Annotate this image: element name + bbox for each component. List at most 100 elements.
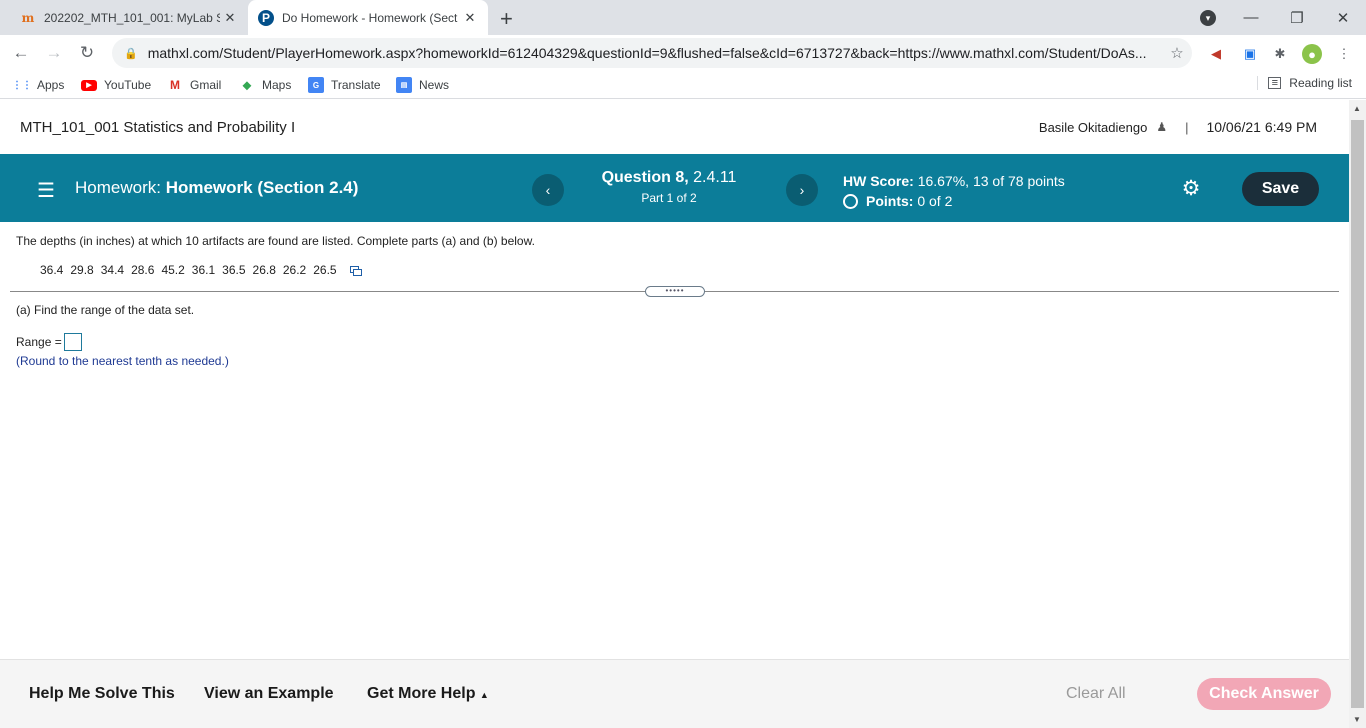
bookmark-label: Translate bbox=[331, 78, 381, 92]
url-text: mathxl.com/Student/PlayerHomework.aspx?h… bbox=[147, 45, 1147, 61]
points-circle-icon bbox=[843, 193, 858, 209]
datetime: 10/06/21 6:49 PM bbox=[1206, 119, 1317, 135]
clear-all-button[interactable]: Clear All bbox=[1066, 685, 1126, 703]
user-info: Basile Okitadiengo ♟ | 10/06/21 6:49 PM bbox=[1039, 119, 1317, 135]
restore-icon[interactable]: ❐ bbox=[1274, 0, 1320, 35]
bookmark-apps[interactable]: ⋮⋮ Apps bbox=[12, 76, 65, 94]
homework-label: Homework: bbox=[75, 178, 161, 197]
question-ref: 2.4.11 bbox=[693, 169, 737, 186]
bookmark-news[interactable]: ▤ News bbox=[396, 76, 449, 94]
scrollbar-thumb[interactable] bbox=[1351, 120, 1364, 708]
user-name: Basile Okitadiengo bbox=[1038, 119, 1148, 135]
news-icon: ▤ bbox=[396, 77, 412, 93]
minimize-icon[interactable]: — bbox=[1228, 0, 1274, 35]
reading-list-icon: ≡ bbox=[1268, 77, 1282, 89]
question-info: Question 8, 2.4.11 Part 1 of 2 bbox=[575, 169, 763, 205]
scroll-down-icon[interactable]: ▼ bbox=[1353, 715, 1361, 724]
bookmark-translate[interactable]: G Translate bbox=[308, 76, 381, 94]
bookmarks-bar: ⋮⋮ Apps ▶ YouTube M Gmail ⬥ Maps G Trans… bbox=[0, 71, 1366, 99]
mylab-icon: m bbox=[21, 10, 35, 25]
bookmark-label: Apps bbox=[37, 78, 65, 92]
bookmark-label: YouTube bbox=[104, 78, 152, 92]
profile-avatar[interactable]: ● bbox=[1302, 44, 1322, 64]
data-value: 26.2 bbox=[282, 263, 307, 277]
points-label: Points: bbox=[866, 193, 914, 209]
copy-data-icon[interactable] bbox=[349, 265, 362, 276]
hamburger-menu-icon[interactable]: ☰ bbox=[37, 178, 55, 203]
save-button[interactable]: Save bbox=[1242, 172, 1319, 206]
window-close-icon[interactable]: ✕ bbox=[1320, 0, 1366, 35]
footer-bar: Help Me Solve This View an Example Get M… bbox=[0, 659, 1349, 728]
next-question-button[interactable]: › bbox=[786, 174, 818, 206]
data-value: 34.4 bbox=[100, 263, 125, 277]
forward-icon[interactable]: → bbox=[43, 42, 65, 64]
tab-title: Do Homework - Homework (Sect bbox=[282, 10, 458, 25]
user-icon: ♟ bbox=[1156, 120, 1168, 134]
close-icon[interactable]: ✕ bbox=[220, 10, 240, 26]
bookmark-youtube[interactable]: ▶ YouTube bbox=[81, 76, 151, 94]
part-a-prompt: (a) Find the range of the data set. bbox=[16, 303, 195, 317]
close-icon[interactable]: ✕ bbox=[460, 10, 480, 26]
scroll-up-icon[interactable]: ▲ bbox=[1353, 104, 1361, 113]
translate-icon: G bbox=[308, 77, 324, 93]
browser-toolbar: ← → ↻ 🔒 mathxl.com/Student/PlayerHomewor… bbox=[0, 35, 1366, 71]
range-label: Range = bbox=[16, 335, 62, 349]
hw-score-value: 16.67%, 13 of 78 points bbox=[917, 173, 1065, 189]
caret-up-icon: ▲ bbox=[479, 690, 489, 700]
homework-name: Homework (Section 2.4) bbox=[165, 178, 359, 197]
data-value: 28.6 bbox=[131, 263, 155, 277]
tab-do-homework[interactable]: P Do Homework - Homework (Sect ✕ bbox=[248, 0, 488, 35]
page-content: MTH_101_001 Statistics and Probability I… bbox=[0, 100, 1349, 728]
data-value: 36.1 bbox=[191, 263, 216, 277]
pearson-icon: P bbox=[258, 9, 274, 26]
homework-bar: ☰ Homework: Homework (Section 2.4) ‹ Que… bbox=[0, 154, 1349, 222]
hw-score-label: HW Score: bbox=[843, 173, 914, 189]
range-answer-row: Range = bbox=[16, 333, 82, 351]
bookmark-gmail[interactable]: M Gmail bbox=[167, 76, 221, 94]
data-value: 26.5 bbox=[313, 263, 337, 277]
previous-question-button[interactable]: ‹ bbox=[532, 174, 564, 206]
bookmark-label: Maps bbox=[262, 78, 292, 92]
youtube-icon: ▶ bbox=[81, 79, 97, 91]
new-tab-button[interactable]: + bbox=[500, 6, 513, 32]
megaphone-extension-icon[interactable]: ◀ bbox=[1206, 44, 1226, 64]
bookmark-star-icon[interactable]: ☆ bbox=[1162, 44, 1192, 62]
data-value: 26.8 bbox=[252, 263, 276, 277]
menu-dots-icon[interactable]: ⋮ bbox=[1334, 44, 1354, 64]
bookmark-label: Gmail bbox=[190, 78, 222, 92]
data-values: 36.4 29.8 34.4 28.6 45.2 36.1 36.5 26.8 … bbox=[40, 263, 362, 277]
problem-statement: The depths (in inches) at which 10 artif… bbox=[16, 234, 535, 248]
help-me-solve-button[interactable]: Help Me Solve This bbox=[29, 685, 175, 703]
lock-icon: 🔒 bbox=[124, 47, 138, 60]
address-bar[interactable]: 🔒 mathxl.com/Student/PlayerHomework.aspx… bbox=[112, 38, 1192, 68]
bookmark-maps[interactable]: ⬥ Maps bbox=[239, 76, 292, 94]
question-part: Part 1 of 2 bbox=[641, 191, 697, 205]
settings-gear-icon[interactable]: ⚙ bbox=[1179, 176, 1203, 200]
data-value: 36.4 bbox=[40, 263, 64, 277]
data-value: 36.5 bbox=[222, 263, 246, 277]
resize-handle[interactable]: ••••• bbox=[645, 286, 705, 297]
check-answer-button[interactable]: Check Answer bbox=[1197, 678, 1331, 710]
view-example-button[interactable]: View an Example bbox=[204, 685, 334, 703]
homework-title: Homework: Homework (Section 2.4) bbox=[75, 178, 358, 198]
tab-search-icon[interactable]: ▾ bbox=[1200, 10, 1216, 26]
reload-icon[interactable]: ↻ bbox=[76, 42, 98, 64]
back-icon[interactable]: ← bbox=[10, 42, 32, 64]
data-value: 45.2 bbox=[161, 263, 185, 277]
tab-mylab[interactable]: m 202202_MTH_101_001: MyLab St ✕ bbox=[10, 0, 248, 35]
tab-title: 202202_MTH_101_001: MyLab St bbox=[44, 10, 220, 25]
apps-grid-icon: ⋮⋮ bbox=[12, 79, 32, 91]
maps-pin-icon: ⬥ bbox=[242, 77, 252, 92]
get-more-help-button[interactable]: Get More Help ▲ bbox=[367, 685, 489, 703]
extensions-icon[interactable]: ✱ bbox=[1270, 44, 1290, 64]
reading-list-label: Reading list bbox=[1289, 76, 1352, 90]
bookmark-label: News bbox=[419, 78, 450, 92]
points-value: 0 of 2 bbox=[917, 193, 953, 209]
range-input[interactable] bbox=[63, 333, 82, 351]
translate-extension-icon[interactable]: ▣ bbox=[1240, 44, 1260, 64]
browser-tab-strip: m 202202_MTH_101_001: MyLab St ✕ P Do Ho… bbox=[0, 0, 1366, 35]
page-scrollbar[interactable]: ▲ ▼ bbox=[1349, 100, 1366, 728]
question-label: Question 8, bbox=[601, 169, 689, 186]
gmail-icon: M bbox=[170, 78, 180, 92]
reading-list-button[interactable]: ≡ Reading list bbox=[1257, 76, 1352, 90]
